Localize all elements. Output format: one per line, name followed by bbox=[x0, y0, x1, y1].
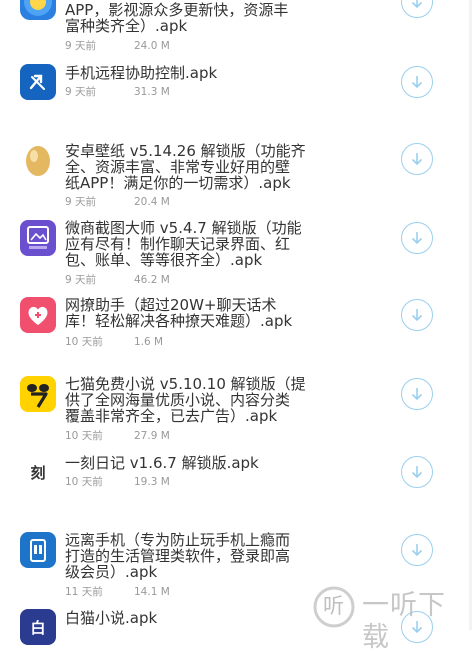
heart-chat-app-icon bbox=[20, 297, 56, 333]
file-name: 远离手机（专为防止玩手机上瘾而 打造的生活管理类软件，登录即高 级会员）.apk bbox=[65, 531, 291, 581]
file-size: 24.0 M bbox=[134, 40, 170, 52]
watermark-text: 一听下载 bbox=[362, 590, 446, 653]
screenshot-master-app-icon bbox=[20, 220, 56, 256]
download-arrow-icon bbox=[411, 0, 423, 9]
download-arrow-icon bbox=[411, 544, 423, 557]
download-arrow-icon bbox=[411, 76, 423, 89]
qimao-novel-app-icon bbox=[20, 376, 56, 412]
file-name: 网撩助手（超过20W+聊天话术 库！轻松解决各种撩天难题）.apk bbox=[65, 296, 293, 330]
yike-diary-app-icon: 刻 bbox=[20, 454, 56, 490]
baimao-novel-app-icon: 白 bbox=[20, 609, 56, 645]
video-app-icon bbox=[20, 0, 56, 20]
download-button[interactable] bbox=[401, 456, 433, 488]
download-arrow-icon bbox=[411, 388, 423, 401]
download-button[interactable] bbox=[401, 143, 433, 175]
file-date: 11 天前 bbox=[65, 586, 103, 598]
download-button[interactable] bbox=[401, 66, 433, 98]
file-list: APP，影视源众多更新快，资源丰 富种类齐全）.apk 9 天前 24.0 M … bbox=[0, 0, 472, 645]
file-name: 安卓壁纸 v5.14.26 解锁版（功能齐 全、资源丰富、非常专业好用的壁 纸A… bbox=[65, 142, 306, 192]
file-size: 27.9 M bbox=[134, 430, 170, 442]
file-date: 10 天前 bbox=[65, 430, 103, 442]
download-button[interactable] bbox=[401, 534, 433, 566]
watermark-logo-glyph: 听 bbox=[323, 594, 344, 618]
file-size: 19.3 M bbox=[134, 476, 170, 488]
file-name: 微商截图大师 v5.4.7 解锁版（功能 应有尽有！制作聊天记录界面、红 包、账… bbox=[65, 219, 302, 269]
file-name: 手机远程协助控制.apk bbox=[65, 64, 218, 82]
icon-glyph: 白 bbox=[30, 618, 46, 637]
download-button[interactable] bbox=[401, 0, 433, 18]
file-date: 9 天前 bbox=[65, 86, 97, 98]
file-date: 10 天前 bbox=[65, 336, 103, 348]
phone-lock-app-icon bbox=[20, 532, 56, 568]
download-button[interactable] bbox=[401, 378, 433, 410]
icon-glyph: 刻 bbox=[30, 463, 46, 482]
file-name: 一刻日记 v1.6.7 解锁版.apk bbox=[65, 454, 259, 472]
file-size: 20.4 M bbox=[134, 196, 170, 208]
remote-control-app-icon bbox=[20, 64, 56, 100]
file-name: 白猫小说.apk bbox=[65, 609, 158, 627]
download-arrow-icon bbox=[411, 309, 423, 322]
download-arrow-icon bbox=[411, 466, 423, 479]
file-date: 9 天前 bbox=[65, 40, 97, 52]
file-date: 10 天前 bbox=[65, 476, 103, 488]
download-arrow-icon bbox=[411, 232, 423, 245]
download-button[interactable] bbox=[401, 222, 433, 254]
file-size: 31.3 M bbox=[134, 86, 170, 98]
file-size: 14.1 M bbox=[134, 586, 170, 598]
download-arrow-icon bbox=[411, 153, 423, 166]
file-date: 9 天前 bbox=[65, 274, 97, 286]
download-button[interactable] bbox=[401, 299, 433, 331]
file-date: 9 天前 bbox=[65, 196, 97, 208]
file-name: APP，影视源众多更新快，资源丰 富种类齐全）.apk bbox=[65, 1, 289, 35]
egg-app-icon bbox=[20, 142, 56, 178]
watermark: 听 一听下载 bbox=[312, 584, 472, 653]
file-size: 46.2 M bbox=[134, 274, 170, 286]
file-size: 1.6 M bbox=[134, 336, 164, 348]
file-name: 七猫免费小说 v5.10.10 解锁版（提 供了全网海量优质小说、内容分类 覆盖… bbox=[65, 375, 306, 425]
